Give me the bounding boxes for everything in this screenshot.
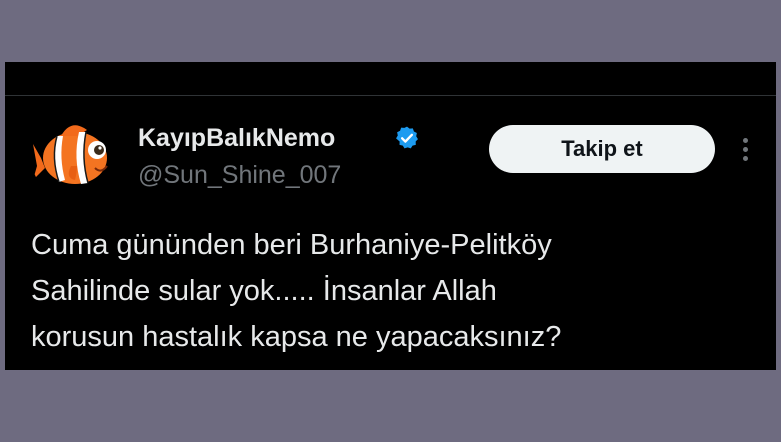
avatar[interactable] [31, 114, 117, 200]
follow-button[interactable]: Takip et [489, 125, 715, 173]
user-handle[interactable]: @Sun_Shine_007 [138, 160, 341, 190]
tweet-card: KayıpBalıkNemo @Sun_Shine_007 Takip et C… [5, 62, 776, 370]
verified-badge-icon [394, 125, 420, 151]
screenshot-frame-bottom [0, 370, 781, 442]
tweet-text: Cuma gününden beri Burhaniye-Pelitköy Sa… [31, 229, 562, 353]
screenshot-frame-top [0, 0, 781, 62]
divider [5, 95, 776, 96]
clownfish-avatar-icon [33, 125, 108, 184]
display-name[interactable]: KayıpBalıkNemo [138, 123, 335, 153]
more-options-icon[interactable] [735, 135, 755, 165]
